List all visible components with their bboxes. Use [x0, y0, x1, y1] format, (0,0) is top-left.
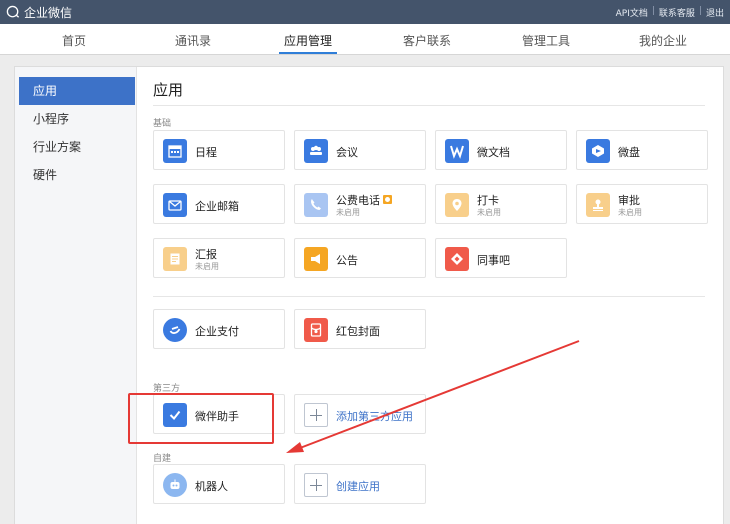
logo[interactable]: 企业微信 [6, 4, 72, 20]
stamp-icon [586, 193, 610, 217]
app-card-enterprise-pay[interactable]: 企业支付 [153, 309, 285, 349]
top-bar: 企业微信 API文档 | 联系客服 | 退出 [0, 0, 730, 24]
app-card-drive[interactable]: 微盘 [576, 130, 708, 170]
app-name: 企业邮箱 [195, 200, 239, 213]
wecom-logo-icon [6, 5, 20, 18]
calendar-icon [163, 139, 187, 163]
page-title: 应用 [153, 81, 184, 99]
section-divider [153, 296, 705, 297]
app-name: 会议 [336, 146, 358, 159]
sidebar-item-hardware[interactable]: 硬件 [19, 161, 141, 189]
nav-active-indicator [279, 52, 337, 54]
nav-app-management[interactable]: 应用管理 [284, 32, 332, 49]
section-label-basic: 基础 [153, 119, 172, 129]
create-app-button[interactable]: 创建应用 [294, 464, 426, 504]
app-name: 企业支付 [195, 325, 239, 338]
annotation-highlight-box [128, 393, 274, 444]
colleague-diamond-icon [445, 247, 469, 271]
app-card-robot[interactable]: 机器人 [153, 464, 285, 504]
app-card-colleague[interactable]: 同事吧 [435, 238, 567, 278]
sidebar-item-mini-programs[interactable]: 小程序 [19, 105, 141, 133]
report-icon [163, 247, 187, 271]
app-card-report[interactable]: 汇报 未启用 [153, 238, 285, 278]
app-name: 公告 [336, 254, 358, 267]
app-card-redpacket-cover[interactable]: 红包封面 [294, 309, 426, 349]
mail-icon [163, 193, 187, 217]
app-status: 未启用 [336, 208, 360, 217]
app-name: 公费电话 [336, 192, 392, 208]
main-nav: 首页 通讯录 应用管理 客户联系 管理工具 我的企业 [0, 24, 730, 55]
phone-icon [304, 193, 328, 217]
sidebar-item-industry-solutions[interactable]: 行业方案 [19, 133, 141, 161]
app-name: 审批 [618, 194, 640, 207]
app-card-meeting[interactable]: 会议 [294, 130, 426, 170]
main-area: 应用 基础 日程 会议 微文档 微盘 企业邮箱 公费电话 未启用 打卡 未启用 … [138, 67, 723, 524]
plus-icon [304, 403, 328, 427]
app-status: 未启用 [618, 208, 642, 217]
app-card-schedule[interactable]: 日程 [153, 130, 285, 170]
nav-my-enterprise[interactable]: 我的企业 [639, 32, 687, 49]
api-docs-link[interactable]: API文档 [616, 6, 648, 19]
people-icon [304, 139, 328, 163]
app-status: 未启用 [195, 262, 219, 271]
app-name: 微文档 [477, 146, 510, 159]
sidebar-item-apps[interactable]: 应用 [19, 77, 135, 105]
app-card-approval[interactable]: 审批 未启用 [576, 184, 708, 224]
app-name: 机器人 [195, 480, 228, 493]
nav-customer-contact[interactable]: 客户联系 [403, 32, 451, 49]
title-divider [153, 105, 705, 106]
nav-home[interactable]: 首页 [62, 32, 86, 49]
link-separator: | [698, 6, 702, 16]
app-card-phone[interactable]: 公费电话 未启用 [294, 184, 426, 224]
pay-icon [163, 318, 187, 342]
app-card-mail[interactable]: 企业邮箱 [153, 184, 285, 224]
app-card-notice[interactable]: 公告 [294, 238, 426, 278]
document-w-icon [445, 139, 469, 163]
app-name-text: 公费电话 [336, 194, 380, 207]
app-name: 微盘 [618, 146, 640, 159]
app-name: 创建应用 [336, 480, 380, 493]
section-label-custom: 自建 [153, 454, 172, 464]
link-separator: | [651, 6, 655, 16]
sidebar: 应用 小程序 行业方案 硬件 [15, 67, 137, 524]
location-pin-icon [445, 193, 469, 217]
content-panel: 应用 小程序 行业方案 硬件 应用 基础 日程 会议 微文档 微盘 企业邮箱 公… [14, 66, 724, 524]
app-card-checkin[interactable]: 打卡 未启用 [435, 184, 567, 224]
top-links: API文档 | 联系客服 | 退出 [616, 6, 724, 19]
app-name: 打卡 [477, 194, 499, 207]
drive-icon [586, 139, 610, 163]
robot-icon [163, 473, 187, 497]
logo-text: 企业微信 [24, 5, 73, 20]
red-packet-icon [304, 318, 328, 342]
new-badge-icon [383, 195, 392, 204]
megaphone-icon [304, 247, 328, 271]
nav-contacts[interactable]: 通讯录 [175, 32, 211, 49]
app-name: 同事吧 [477, 254, 510, 267]
add-third-party-app-button[interactable]: 添加第三方应用 [294, 394, 426, 434]
contact-support-link[interactable]: 联系客服 [659, 6, 695, 19]
plus-icon [304, 473, 328, 497]
logout-link[interactable]: 退出 [706, 6, 724, 19]
app-status: 未启用 [477, 208, 501, 217]
app-name: 汇报 [195, 248, 217, 261]
app-name: 添加第三方应用 [336, 410, 413, 423]
nav-management-tools[interactable]: 管理工具 [522, 32, 570, 49]
app-name: 日程 [195, 146, 217, 159]
app-card-docs[interactable]: 微文档 [435, 130, 567, 170]
app-name: 红包封面 [336, 325, 380, 338]
